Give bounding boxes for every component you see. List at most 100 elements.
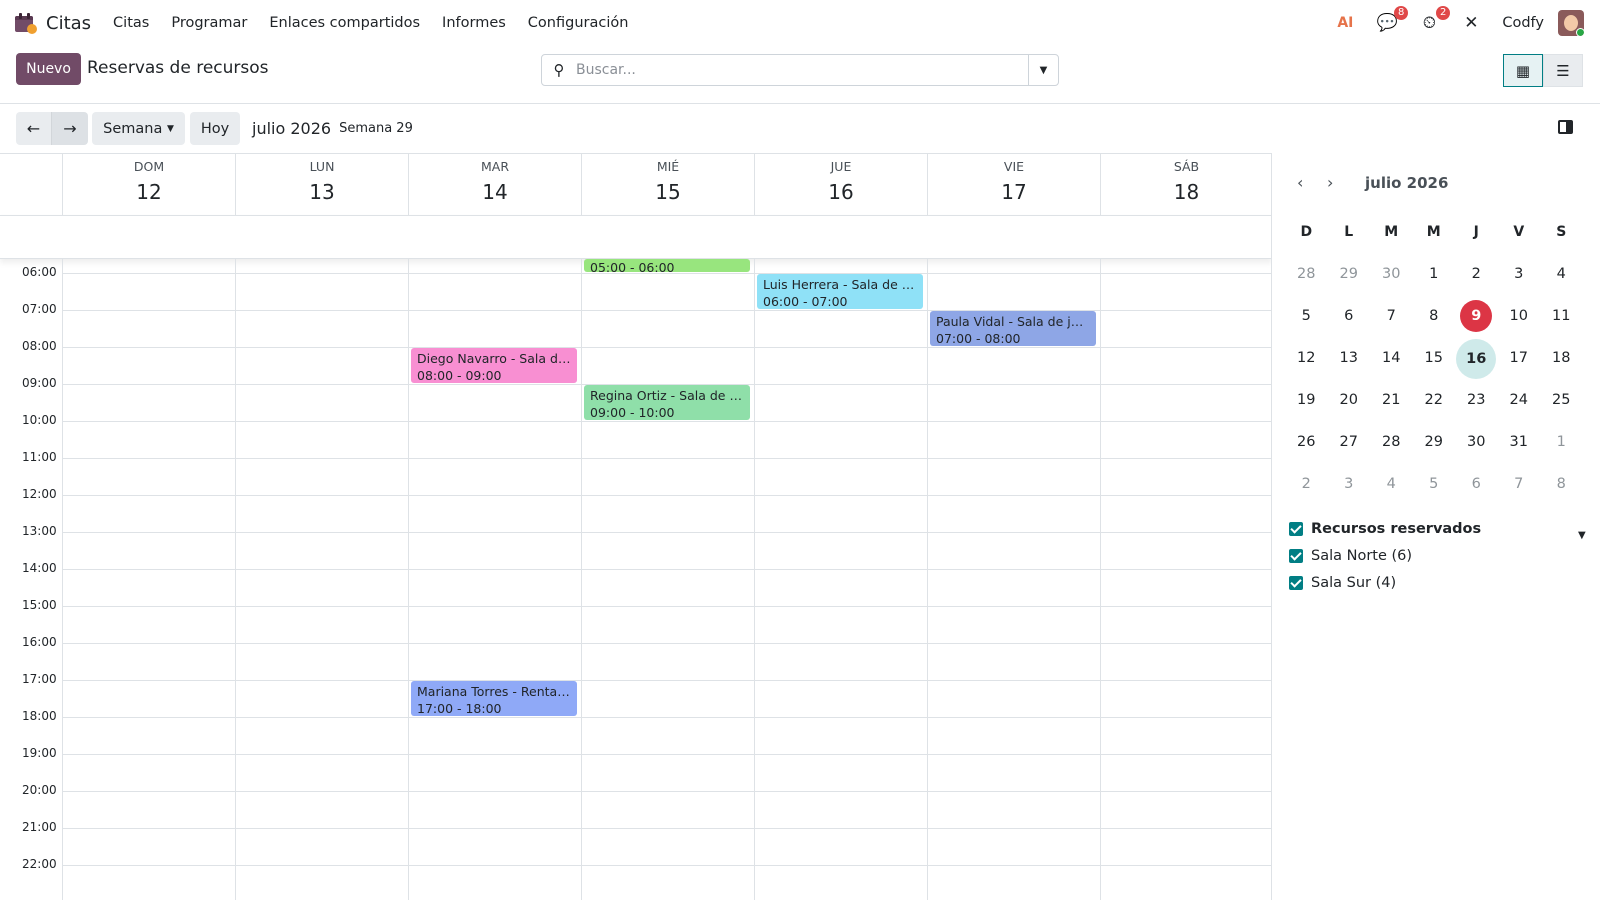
calendar-view-icon[interactable]: ▦ — [1503, 54, 1543, 87]
menu-enlaces-compartidos[interactable]: Enlaces compartidos — [269, 15, 420, 31]
messages-icon[interactable]: 💬 8 — [1376, 6, 1409, 34]
mini-day[interactable]: 31 — [1498, 423, 1541, 461]
activities-icon[interactable]: ⏲ 2 — [1418, 6, 1451, 34]
mini-day[interactable]: 19 — [1285, 381, 1328, 419]
hour-label: 08:00 — [22, 339, 57, 353]
mini-day[interactable]: 7 — [1498, 465, 1541, 503]
event-time: 17:00 - 18:00 — [417, 701, 502, 716]
menu-citas[interactable]: Citas — [113, 15, 149, 31]
day-header[interactable]: VIE 17 — [927, 154, 1100, 215]
day-header[interactable]: DOM 12 — [62, 154, 235, 215]
day-header[interactable]: JUE 16 — [754, 154, 927, 215]
mini-day[interactable]: 3 — [1498, 255, 1541, 293]
mini-day[interactable]: 4 — [1370, 465, 1413, 503]
company-name[interactable]: Codfy — [1502, 15, 1544, 31]
hour-gridline — [62, 643, 1271, 644]
calendar-event[interactable]: Luis Herrera - Sala de j... 06:00 - 07:00 — [757, 274, 923, 309]
mini-day[interactable]: 29 — [1328, 255, 1371, 293]
filter-checkbox[interactable] — [1289, 576, 1303, 590]
mini-day[interactable]: 2 — [1285, 465, 1328, 503]
all-day-row[interactable] — [0, 215, 1271, 259]
mini-day[interactable]: 5 — [1285, 297, 1328, 335]
mini-day[interactable]: 7 — [1370, 297, 1413, 335]
mini-day[interactable]: 30 — [1455, 423, 1498, 461]
calendar-event[interactable]: Regina Ortiz - Sala de j... 09:00 - 10:00 — [584, 385, 750, 420]
menu-programar[interactable]: Programar — [171, 15, 247, 31]
sidebar-toggle-icon[interactable] — [1558, 120, 1573, 134]
today-button[interactable]: Hoy — [190, 112, 240, 145]
next-button[interactable]: → — [52, 112, 88, 145]
mini-day[interactable]: 5 — [1413, 465, 1456, 503]
mini-day[interactable]: 1 — [1540, 423, 1583, 461]
mini-day[interactable]: 28 — [1370, 423, 1413, 461]
mini-day[interactable]: 3 — [1328, 465, 1371, 503]
mini-day-number: 23 — [1467, 392, 1486, 408]
mini-day[interactable]: 13 — [1328, 339, 1371, 377]
filter-item-sala-sur[interactable]: Sala Sur (4) — [1289, 575, 1396, 591]
scale-dropdown[interactable]: Semana ▼ — [92, 112, 185, 145]
day-header[interactable]: MAR 14 — [408, 154, 581, 215]
mini-day[interactable]: 20 — [1328, 381, 1371, 419]
mini-day[interactable]: 11 — [1540, 297, 1583, 335]
user-avatar[interactable] — [1558, 10, 1584, 36]
period-label: julio 2026 — [252, 119, 332, 138]
mini-day[interactable]: 18 — [1540, 339, 1583, 377]
mini-day[interactable]: 4 — [1540, 255, 1583, 293]
app-name[interactable]: Citas — [46, 13, 91, 34]
ai-icon[interactable]: AI — [1334, 12, 1356, 34]
mini-day[interactable]: 21 — [1370, 381, 1413, 419]
mini-day-number: 21 — [1382, 392, 1401, 408]
filter-collapse-caret-icon[interactable]: ▼ — [1578, 530, 1586, 541]
day-header[interactable]: MIÉ 15 — [581, 154, 754, 215]
mini-day[interactable]: 29 — [1413, 423, 1456, 461]
search-options-toggle[interactable]: ▼ — [1028, 55, 1058, 85]
day-header[interactable]: LUN 13 — [235, 154, 408, 215]
mini-day[interactable]: 25 — [1540, 381, 1583, 419]
mini-day[interactable]: 15 — [1413, 339, 1456, 377]
mini-day-number: 30 — [1467, 434, 1486, 450]
mini-day[interactable]: 8 — [1540, 465, 1583, 503]
list-view-icon[interactable]: ☰ — [1543, 54, 1583, 87]
calendar-event[interactable]: Mariana Torres - Renta ... 17:00 - 18:00 — [411, 681, 577, 716]
mini-day[interactable]: 26 — [1285, 423, 1328, 461]
new-button[interactable]: Nuevo — [16, 53, 81, 85]
mini-prev-month-icon[interactable]: ‹ — [1297, 173, 1317, 192]
mini-day-today[interactable]: 9 — [1455, 297, 1498, 335]
search-input[interactable] — [576, 62, 1028, 78]
filter-all-checkbox[interactable] — [1289, 522, 1303, 536]
menu-informes[interactable]: Informes — [442, 15, 506, 31]
mini-day[interactable]: 24 — [1498, 381, 1541, 419]
mini-day[interactable]: 8 — [1413, 297, 1456, 335]
mini-day[interactable]: 28 — [1285, 255, 1328, 293]
filter-item-sala-norte[interactable]: Sala Norte (6) — [1289, 548, 1412, 564]
mini-day[interactable]: 10 — [1498, 297, 1541, 335]
mini-day[interactable]: 6 — [1455, 465, 1498, 503]
calendar-event[interactable]: Diego Navarro - Sala de... 08:00 - 09:00 — [411, 348, 577, 383]
mini-day-selected[interactable]: 16 — [1455, 339, 1498, 379]
mini-day[interactable]: 14 — [1370, 339, 1413, 377]
menu-configuracion[interactable]: Configuración — [528, 15, 629, 31]
mini-day[interactable]: 1 — [1413, 255, 1456, 293]
hour-label: 12:00 — [22, 487, 57, 501]
mini-day[interactable]: 12 — [1285, 339, 1328, 377]
calendar-event[interactable]: 05:00 - 06:00 — [584, 259, 750, 272]
previous-button[interactable]: ← — [16, 112, 52, 145]
filter-section-header[interactable]: Recursos reservados — [1289, 521, 1481, 537]
tools-icon[interactable]: ✕ — [1460, 12, 1482, 34]
calendar-event[interactable]: Paula Vidal - Sala de ju... 07:00 - 08:00 — [930, 311, 1096, 346]
mini-day[interactable]: 17 — [1498, 339, 1541, 377]
day-number: 18 — [1173, 180, 1200, 204]
mini-weekday-label: M — [1384, 224, 1399, 240]
day-header[interactable]: SÁB 18 — [1100, 154, 1271, 215]
mini-day[interactable]: 27 — [1328, 423, 1371, 461]
mini-day[interactable]: 22 — [1413, 381, 1456, 419]
mini-day[interactable]: 23 — [1455, 381, 1498, 419]
filter-checkbox[interactable] — [1289, 549, 1303, 563]
mini-day[interactable]: 2 — [1455, 255, 1498, 293]
appointments-app-icon[interactable] — [14, 12, 37, 34]
mini-day[interactable]: 30 — [1370, 255, 1413, 293]
day-name: DOM — [133, 159, 165, 174]
day-name: JUE — [830, 159, 852, 174]
mini-next-month-icon[interactable]: › — [1327, 173, 1347, 192]
mini-day[interactable]: 6 — [1328, 297, 1371, 335]
